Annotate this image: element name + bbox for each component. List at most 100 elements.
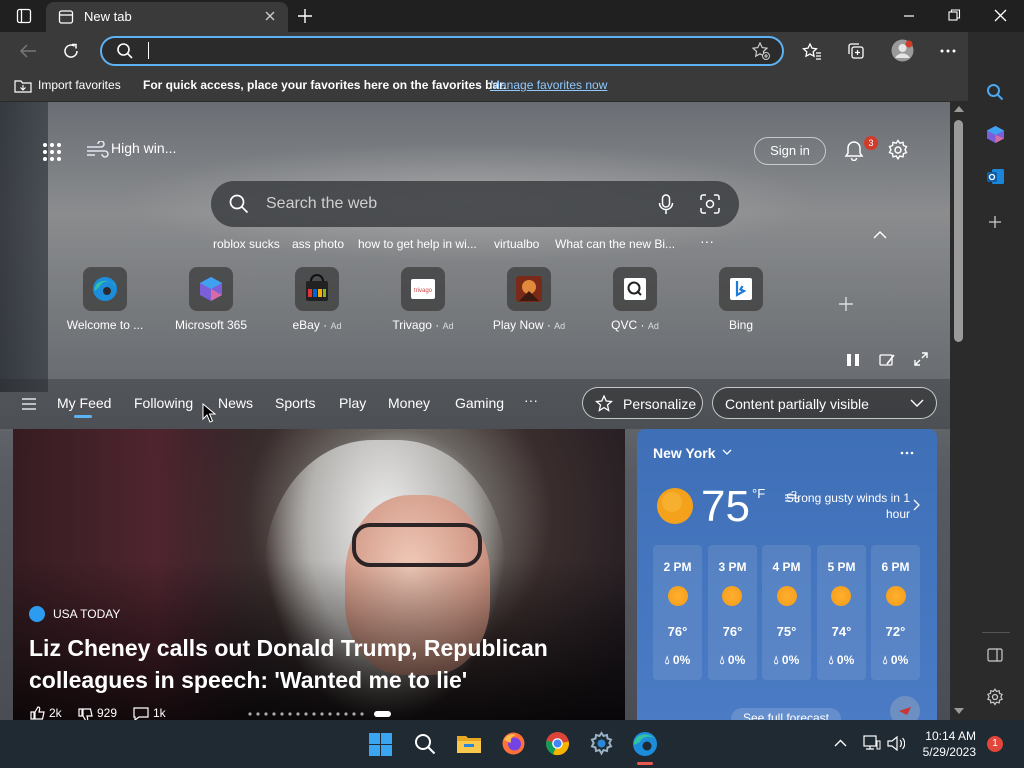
scrollbar-thumb[interactable]: [954, 120, 963, 342]
feed-tab-play[interactable]: Play: [339, 395, 366, 411]
personalize-button[interactable]: Personalize: [582, 387, 703, 419]
visual-search-icon[interactable]: [700, 194, 720, 214]
collapse-chevron-up-icon[interactable]: [873, 230, 887, 240]
close-tab-icon[interactable]: [264, 10, 276, 22]
edge-logo-icon: [93, 277, 117, 301]
chevron-right-icon[interactable]: [913, 499, 920, 511]
tab-title: New tab: [84, 9, 132, 24]
chrome-icon[interactable]: [545, 731, 570, 756]
weather-feedback-icon[interactable]: [889, 695, 921, 720]
forecast-temperature: 76°: [722, 624, 743, 639]
like-icon[interactable]: [30, 706, 46, 721]
import-favorites-link[interactable]: Import favorites: [38, 78, 121, 92]
expand-icon[interactable]: [914, 352, 928, 366]
favorites-icon[interactable]: [802, 42, 822, 60]
search-suggestion[interactable]: What can the new Bi...: [555, 237, 675, 251]
carousel-pagination-dots[interactable]: [246, 710, 396, 718]
edit-background-icon[interactable]: [879, 352, 895, 368]
quick-link-bing-tile[interactable]: [719, 267, 763, 311]
manage-favorites-link[interactable]: Manage favorites now: [490, 78, 607, 92]
quick-link-label: Welcome to ...: [66, 318, 144, 332]
firefox-icon[interactable]: [501, 731, 526, 756]
active-tab-indicator: [74, 415, 92, 418]
restore-icon[interactable]: [948, 9, 961, 22]
weather-more-icon[interactable]: [900, 451, 914, 455]
notification-center-badge[interactable]: 1: [987, 736, 1003, 752]
sunny-icon: [886, 586, 906, 606]
sign-in-button[interactable]: Sign in: [754, 137, 826, 165]
feed-tab-gaming[interactable]: Gaming: [455, 395, 504, 411]
pause-background-icon[interactable]: [846, 353, 860, 367]
weather-city[interactable]: New York: [653, 445, 716, 461]
refresh-icon[interactable]: [62, 42, 80, 60]
news-source[interactable]: USA TODAY: [53, 607, 120, 621]
quick-link-trivago-tile[interactable]: trivago: [401, 267, 445, 311]
sidebar-outlook-icon[interactable]: [986, 167, 1005, 186]
search-suggestion[interactable]: virtualbo: [494, 237, 539, 251]
raindrop-icon: 💧︎: [719, 653, 725, 667]
windows-start-icon[interactable]: [369, 733, 392, 756]
chevron-down-icon[interactable]: [722, 449, 732, 456]
sidebar-toggle-icon[interactable]: [987, 648, 1003, 662]
quick-link-playnow-tile[interactable]: [507, 267, 551, 311]
search-suggestion[interactable]: ass photo: [292, 237, 344, 251]
quick-link-m365-tile[interactable]: [189, 267, 233, 311]
sidebar-add-icon[interactable]: [988, 215, 1002, 229]
search-suggestion[interactable]: roblox sucks: [213, 237, 280, 251]
taskbar-search-icon[interactable]: [414, 733, 436, 755]
volume-icon[interactable]: [887, 736, 905, 751]
weather-summary[interactable]: High win...: [111, 140, 176, 156]
feed-tab-my-feed[interactable]: My Feed: [57, 395, 111, 411]
import-favorites-icon[interactable]: [14, 78, 32, 94]
game-thumbnail-icon: [516, 276, 542, 302]
feed-tab-following[interactable]: Following: [134, 395, 193, 411]
search-placeholder[interactable]: Search the web: [266, 195, 377, 213]
network-icon[interactable]: [863, 735, 881, 751]
settings-gear-icon[interactable]: [887, 139, 909, 161]
sidebar-microsoft-365-icon[interactable]: [986, 125, 1005, 144]
search-suggestion[interactable]: how to get help in wi...: [358, 237, 477, 251]
bing-logo-icon: [730, 278, 752, 300]
taskbar-clock[interactable]: 10:14 AM 5/29/2023: [920, 728, 976, 760]
feed-tab-sports[interactable]: Sports: [275, 395, 315, 411]
add-shortcut-icon[interactable]: [838, 296, 854, 312]
weather-alert[interactable]: Strong gusty winds in 1 hour: [785, 490, 910, 522]
quick-link-qvc-tile[interactable]: [613, 267, 657, 311]
collections-icon[interactable]: [847, 42, 865, 60]
file-explorer-icon[interactable]: [456, 733, 482, 755]
more-options-icon[interactable]: [939, 48, 957, 54]
tab-actions-icon[interactable]: [16, 8, 32, 24]
comment-icon[interactable]: [133, 706, 149, 721]
add-favorite-icon[interactable]: [751, 41, 771, 61]
more-suggestions-button[interactable]: ···: [700, 233, 714, 249]
scroll-down-arrow-icon[interactable]: [953, 707, 965, 715]
apps-launcher-icon[interactable]: [42, 142, 62, 162]
web-search-box[interactable]: Search the web: [211, 181, 739, 227]
hamburger-menu-icon[interactable]: [22, 398, 36, 410]
tab-new-tab[interactable]: New tab: [46, 2, 288, 32]
settings-app-icon[interactable]: [589, 731, 614, 756]
edge-taskbar-icon[interactable]: [632, 731, 658, 757]
sidebar-search-icon[interactable]: [986, 83, 1004, 101]
minimize-icon[interactable]: [903, 10, 915, 22]
feed-tab-money[interactable]: Money: [388, 395, 430, 411]
temperature-unit[interactable]: °F: [752, 486, 765, 501]
clock-time: 10:14 AM: [925, 729, 976, 743]
show-hidden-icons-chevron-up-icon[interactable]: [834, 739, 847, 748]
address-input[interactable]: [148, 41, 708, 61]
feed-more-button[interactable]: ···: [524, 392, 538, 408]
new-tab-button[interactable]: [297, 8, 313, 24]
quick-link-ebay-tile[interactable]: [295, 267, 339, 311]
sidebar-settings-icon[interactable]: [986, 688, 1004, 706]
profile-avatar[interactable]: [891, 39, 914, 62]
feed-tab-news[interactable]: News: [218, 395, 253, 411]
back-arrow-icon[interactable]: [19, 43, 37, 59]
content-visibility-dropdown[interactable]: Content partially visible: [712, 387, 937, 419]
news-headline[interactable]: Liz Cheney calls out Donald Trump, Repub…: [29, 632, 609, 696]
scroll-up-arrow-icon[interactable]: [953, 105, 965, 113]
close-window-icon[interactable]: [994, 9, 1007, 22]
quick-link-edge-tile[interactable]: [83, 267, 127, 311]
microphone-icon[interactable]: [658, 194, 674, 216]
address-bar[interactable]: [100, 36, 784, 66]
notifications-bell-icon[interactable]: [843, 139, 865, 161]
